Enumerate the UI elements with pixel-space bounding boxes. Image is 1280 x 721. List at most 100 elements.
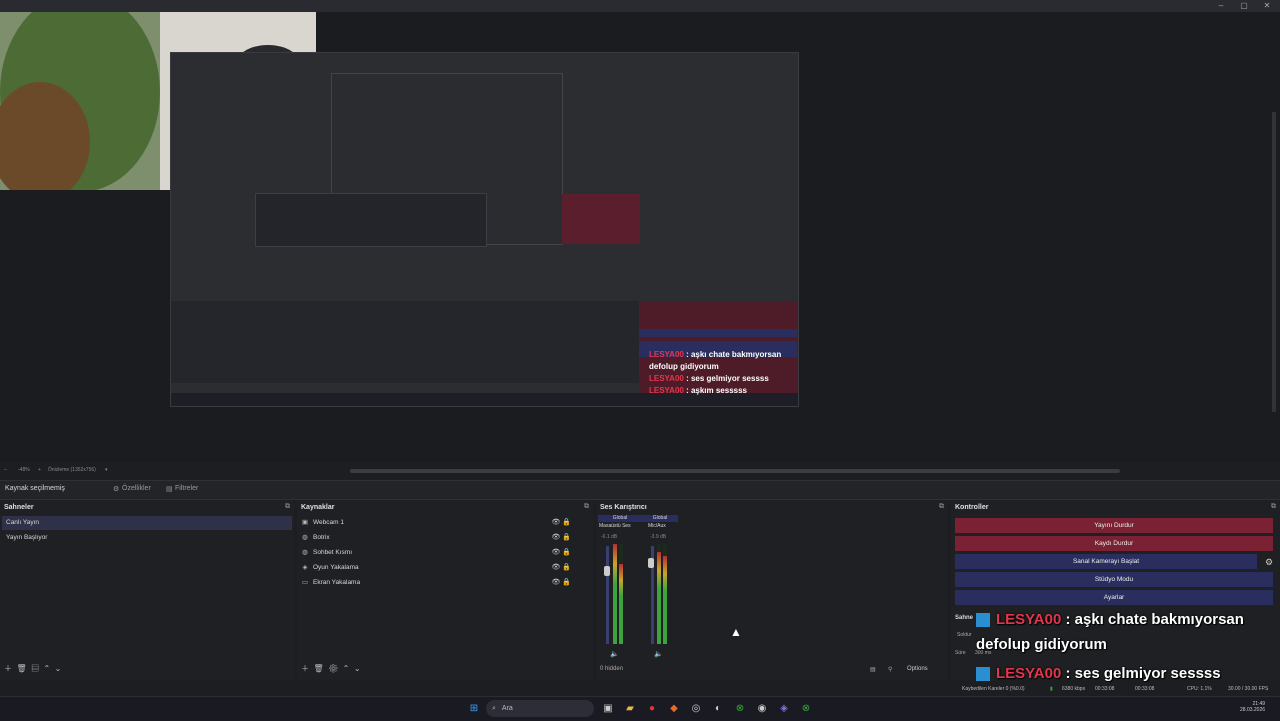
source-label: Webcam 1 [313, 519, 344, 526]
gear-icon[interactable]: ⚙ [328, 664, 338, 673]
gear-icon[interactable]: ⚙ [1265, 557, 1273, 568]
nested-window-lower [255, 193, 487, 247]
scene-item[interactable]: Yayın Başlıyor [2, 531, 292, 545]
source-item[interactable]: ◍ Sohbet Kısmı 👁 🔒 [301, 546, 581, 560]
zoom-bar: – -48% + Önizleme (1352x756) ▾ [0, 464, 340, 476]
teams-icon[interactable]: ◈ [776, 701, 792, 717]
trash-icon[interactable]: 🗑 [16, 664, 26, 673]
monitor-icon: ▭ [301, 579, 309, 586]
xbox-icon[interactable]: ⊗ [732, 701, 748, 717]
dock-float-icon[interactable]: ⧉ [285, 503, 290, 511]
controls-title: Kontroller [955, 504, 989, 511]
obs-icon[interactable]: ◉ [754, 701, 770, 717]
gear-icon: ⚙ [113, 486, 120, 493]
mixer-dock: Ses Karıştırıcı ⧉ Global Global Masaüstü… [596, 500, 948, 680]
source-label: Sohbet Kısmı [313, 549, 353, 556]
preview-horizontal-scrollbar[interactable] [350, 469, 1120, 473]
rec-time: 00:33:08 [1135, 686, 1155, 692]
dock-float-icon[interactable]: ⧉ [584, 503, 589, 511]
filter-icon: ▤ [166, 486, 173, 493]
source-item[interactable]: ◈ Oyun Yakalama 👁 🔒 [301, 561, 581, 575]
sources-title: Kaynaklar [301, 504, 335, 511]
speaker-icon[interactable]: 🔈 [610, 650, 619, 658]
task-view-icon[interactable]: ▣ [600, 701, 616, 717]
add-icon[interactable]: ＋ [301, 664, 309, 673]
mixer-title: Ses Karıştırıcı [600, 504, 647, 511]
zoom-out-button[interactable]: – [4, 467, 7, 473]
scene-item-label: Yayın Başlıyor [6, 534, 48, 541]
volume-knob[interactable] [648, 558, 654, 568]
trash-icon[interactable]: 🗑 [313, 664, 323, 673]
source-item[interactable]: ◍ Botrix 👁 🔒 [301, 531, 581, 545]
channel-name[interactable]: Masaüstü Ses [599, 523, 631, 529]
brave-icon[interactable]: ◆ [666, 701, 682, 717]
nested-vcam [639, 329, 797, 337]
visibility-lock-icons[interactable]: 👁 🔒 [551, 531, 571, 545]
clock[interactable]: 21:49 28.03.2026 [1240, 701, 1265, 713]
game-icon[interactable]: ⊗ [798, 701, 814, 717]
studio-mode-button[interactable]: Stüdyo Modu [955, 572, 1273, 587]
nested-controls [562, 194, 640, 244]
link-icon[interactable]: ⚲ [888, 666, 892, 673]
audio-meter [619, 544, 623, 644]
dock-float-icon[interactable]: ⧉ [939, 503, 944, 511]
stop-recording-button[interactable]: Kaydı Durdur [955, 536, 1273, 551]
preview-vertical-scrollbar[interactable] [1272, 112, 1276, 412]
search-placeholder: Ara [501, 705, 513, 712]
visibility-lock-icons[interactable]: 👁 🔒 [551, 546, 571, 560]
nested-docks [171, 301, 639, 383]
record-app-icon[interactable]: ● [644, 701, 660, 717]
transition-type[interactable]: Soldur [957, 632, 971, 638]
nested-preview: LESYA00 : aşkı chate bakmıyorsan defolup… [170, 52, 799, 407]
list-icon[interactable]: ▤ [870, 666, 876, 673]
steam-icon[interactable]: ◎ [688, 701, 704, 717]
signal-icon: ▮ [1050, 686, 1053, 692]
visibility-lock-icons[interactable]: 👁 🔒 [551, 576, 571, 590]
scene-item[interactable]: Canlı Yayın [2, 516, 292, 530]
search-box[interactable]: ⌕ Ara [486, 700, 594, 717]
settings-button[interactable]: Ayarlar [955, 590, 1273, 605]
chevron-down-icon[interactable]: ▾ [105, 467, 108, 473]
zoom-mode[interactable]: Önizleme (1352x756) [48, 467, 96, 473]
filters-button[interactable]: Filtreler [175, 485, 198, 492]
preview-canvas[interactable]: LESYA00 : aşkı chate bakmıyorsan defolup… [0, 12, 1280, 462]
chat-message-cont: defolup gidiyorum [976, 636, 1107, 653]
volume-slider[interactable] [606, 546, 609, 644]
zoom-level: -48% [18, 467, 30, 473]
options-button[interactable]: Options [907, 666, 928, 672]
visibility-lock-icons[interactable]: 👁 🔒 [551, 561, 571, 575]
windows-start-icon[interactable]: ⊞ [466, 701, 482, 717]
channel-name[interactable]: Mic/Aux [648, 523, 666, 529]
cpu-usage: CPU: 1.1% [1187, 686, 1212, 692]
folder-icon[interactable]: ▰ [622, 701, 638, 717]
app-icon[interactable]: ◐ [710, 701, 726, 717]
add-icon[interactable]: ＋ [4, 664, 12, 673]
hidden-count: 0 hidden [600, 666, 624, 672]
audio-meter [663, 544, 667, 644]
virtual-camera-button[interactable]: Sanal Kamerayı Başlat [955, 554, 1257, 569]
arrow-up-icon[interactable]: ⌃ [44, 664, 51, 673]
minimize-button[interactable]: – [1212, 0, 1230, 12]
source-item[interactable]: ▣ Webcam 1 👁 🔒 [301, 516, 581, 530]
volume-knob[interactable] [604, 566, 610, 576]
duration-label: Süre [955, 650, 966, 656]
speaker-icon[interactable]: 🔈 [654, 650, 663, 658]
chat-message: LESYA00 : aşkı chate bakmıyorsan [976, 611, 1244, 628]
zoom-in-button[interactable]: + [38, 467, 41, 473]
properties-button[interactable]: Özellikler [122, 485, 151, 492]
maximize-button[interactable]: ▢ [1235, 0, 1253, 12]
close-button[interactable]: ✕ [1258, 0, 1276, 12]
scene-item-label: Canlı Yayın [6, 519, 40, 526]
arrow-up-icon[interactable]: ⌃ [343, 664, 350, 673]
sources-toolbar: ＋ 🗑 ⚙ ⌃ ⌄ [301, 663, 361, 674]
arrow-down-icon[interactable]: ⌄ [354, 664, 361, 673]
stop-stream-button[interactable]: Yayını Durdur [955, 518, 1273, 533]
sources-dock: Kaynaklar ⧉ ▣ Webcam 1 👁 🔒 ◍ Botrix 👁 🔒 ◍ Soh… [297, 500, 593, 680]
arrow-down-icon[interactable]: ⌄ [55, 664, 62, 673]
source-item[interactable]: ▭ Ekran Yakalama 👁 🔒 [301, 576, 581, 590]
filter-icon[interactable]: ▤ [31, 664, 39, 673]
visibility-lock-icons[interactable]: 👁 🔒 [551, 516, 571, 530]
channel-db: -3.9 dB [650, 534, 667, 540]
dock-float-icon[interactable]: ⧉ [1271, 503, 1276, 511]
search-icon: ⌕ [492, 705, 496, 712]
